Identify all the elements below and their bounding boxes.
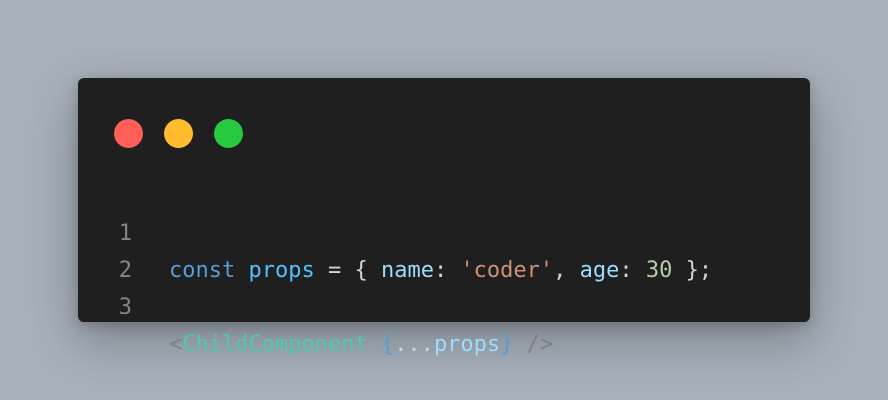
brace-token: } [500,332,514,357]
code-line-3: 3 <ChildComponent {...props} /> [78,252,810,357]
code-line-2: 2 [78,215,810,283]
property-token: props [433,332,501,357]
component-token: ChildComponent [182,332,368,357]
code-line-1: 1 const props = { name: 'coder', age: 30… [78,178,810,283]
maximize-dot-icon[interactable] [214,119,243,148]
line-number: 3 [118,295,132,320]
code-text: <ChildComponent {...props} /> [169,326,553,363]
code-block: 1 const props = { name: 'coder', age: 30… [78,178,810,357]
spread-token: ... [394,332,434,357]
close-dot-icon[interactable] [114,119,143,148]
minimize-dot-icon[interactable] [164,119,193,148]
brace-token: { [380,332,395,357]
angle-bracket-token: < [169,332,183,357]
code-window: 1 const props = { name: 'coder', age: 30… [78,78,810,357]
window-controls [114,119,243,148]
angle-bracket-token: /> [513,332,554,357]
